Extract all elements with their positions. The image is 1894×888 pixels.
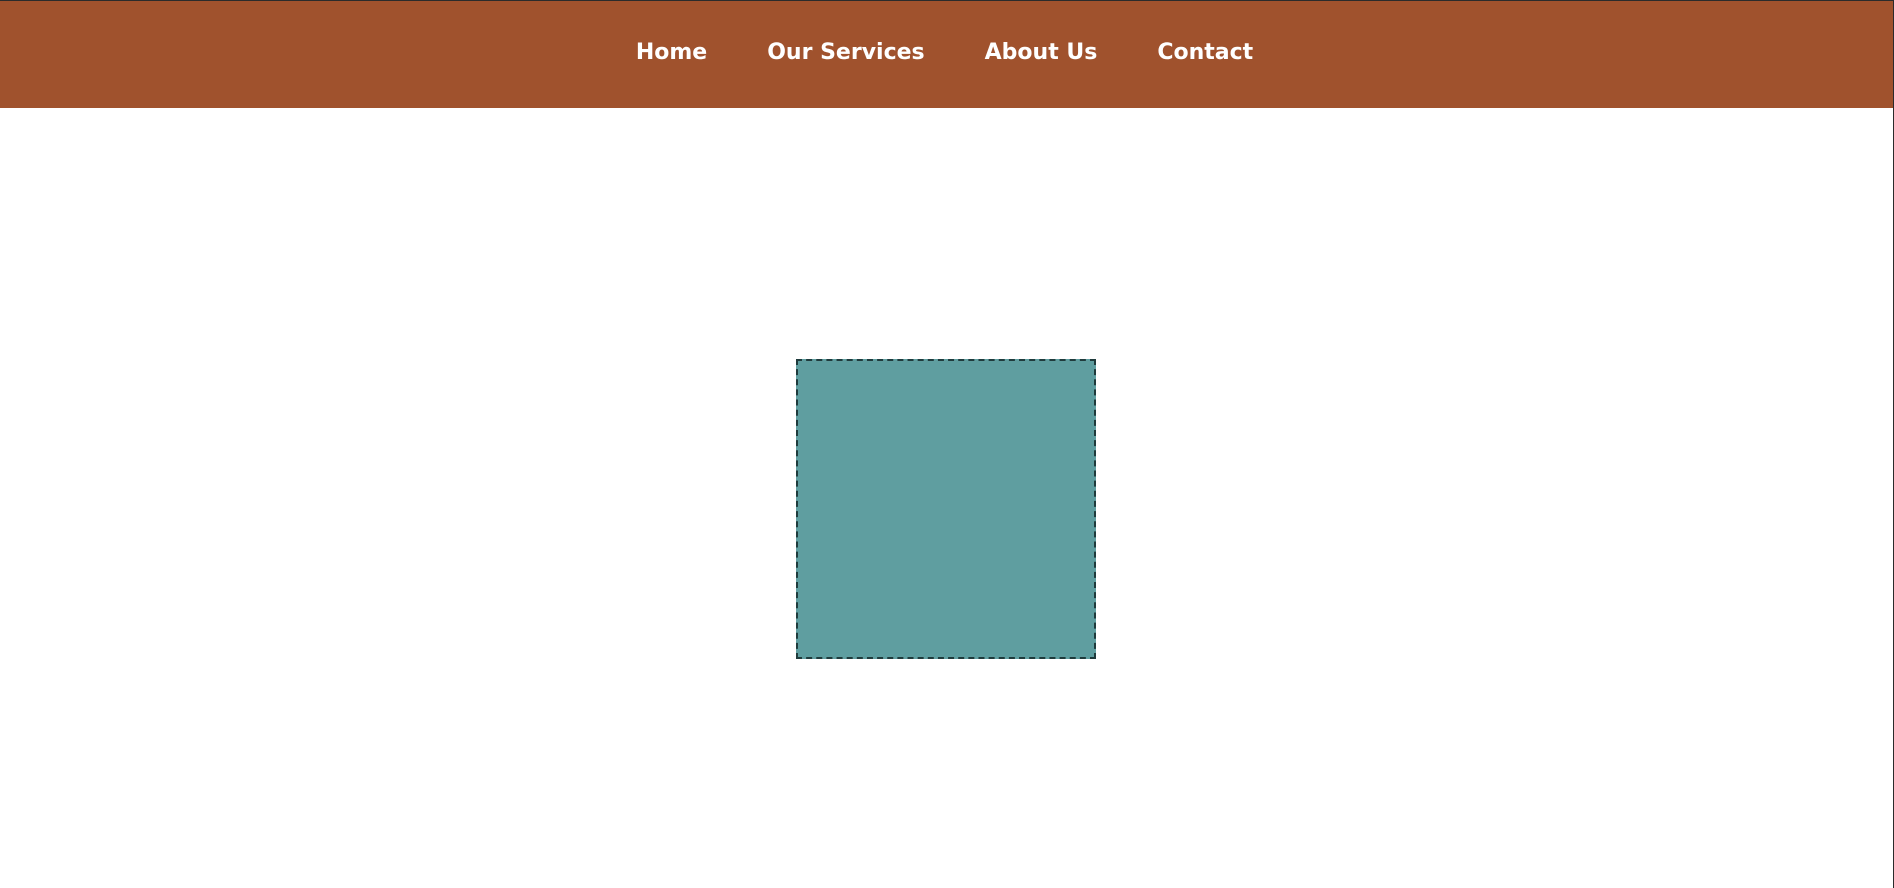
nav-link-contact[interactable]: Contact: [1127, 40, 1283, 65]
nav-item-our-services: Our Services: [737, 40, 954, 65]
nav-item-home: Home: [606, 40, 737, 65]
page: Home Our Services About Us Contact: [0, 0, 1894, 888]
top-navbar: Home Our Services About Us Contact: [0, 0, 1893, 108]
nav-menu: Home Our Services About Us Contact: [606, 40, 1283, 65]
nav-link-our-services[interactable]: Our Services: [737, 40, 954, 65]
teal-dashed-box: [796, 359, 1096, 659]
nav-item-contact: Contact: [1127, 40, 1283, 65]
nav-link-home[interactable]: Home: [606, 40, 737, 65]
nav-item-about-us: About Us: [955, 40, 1128, 65]
nav-link-about-us[interactable]: About Us: [955, 40, 1128, 65]
